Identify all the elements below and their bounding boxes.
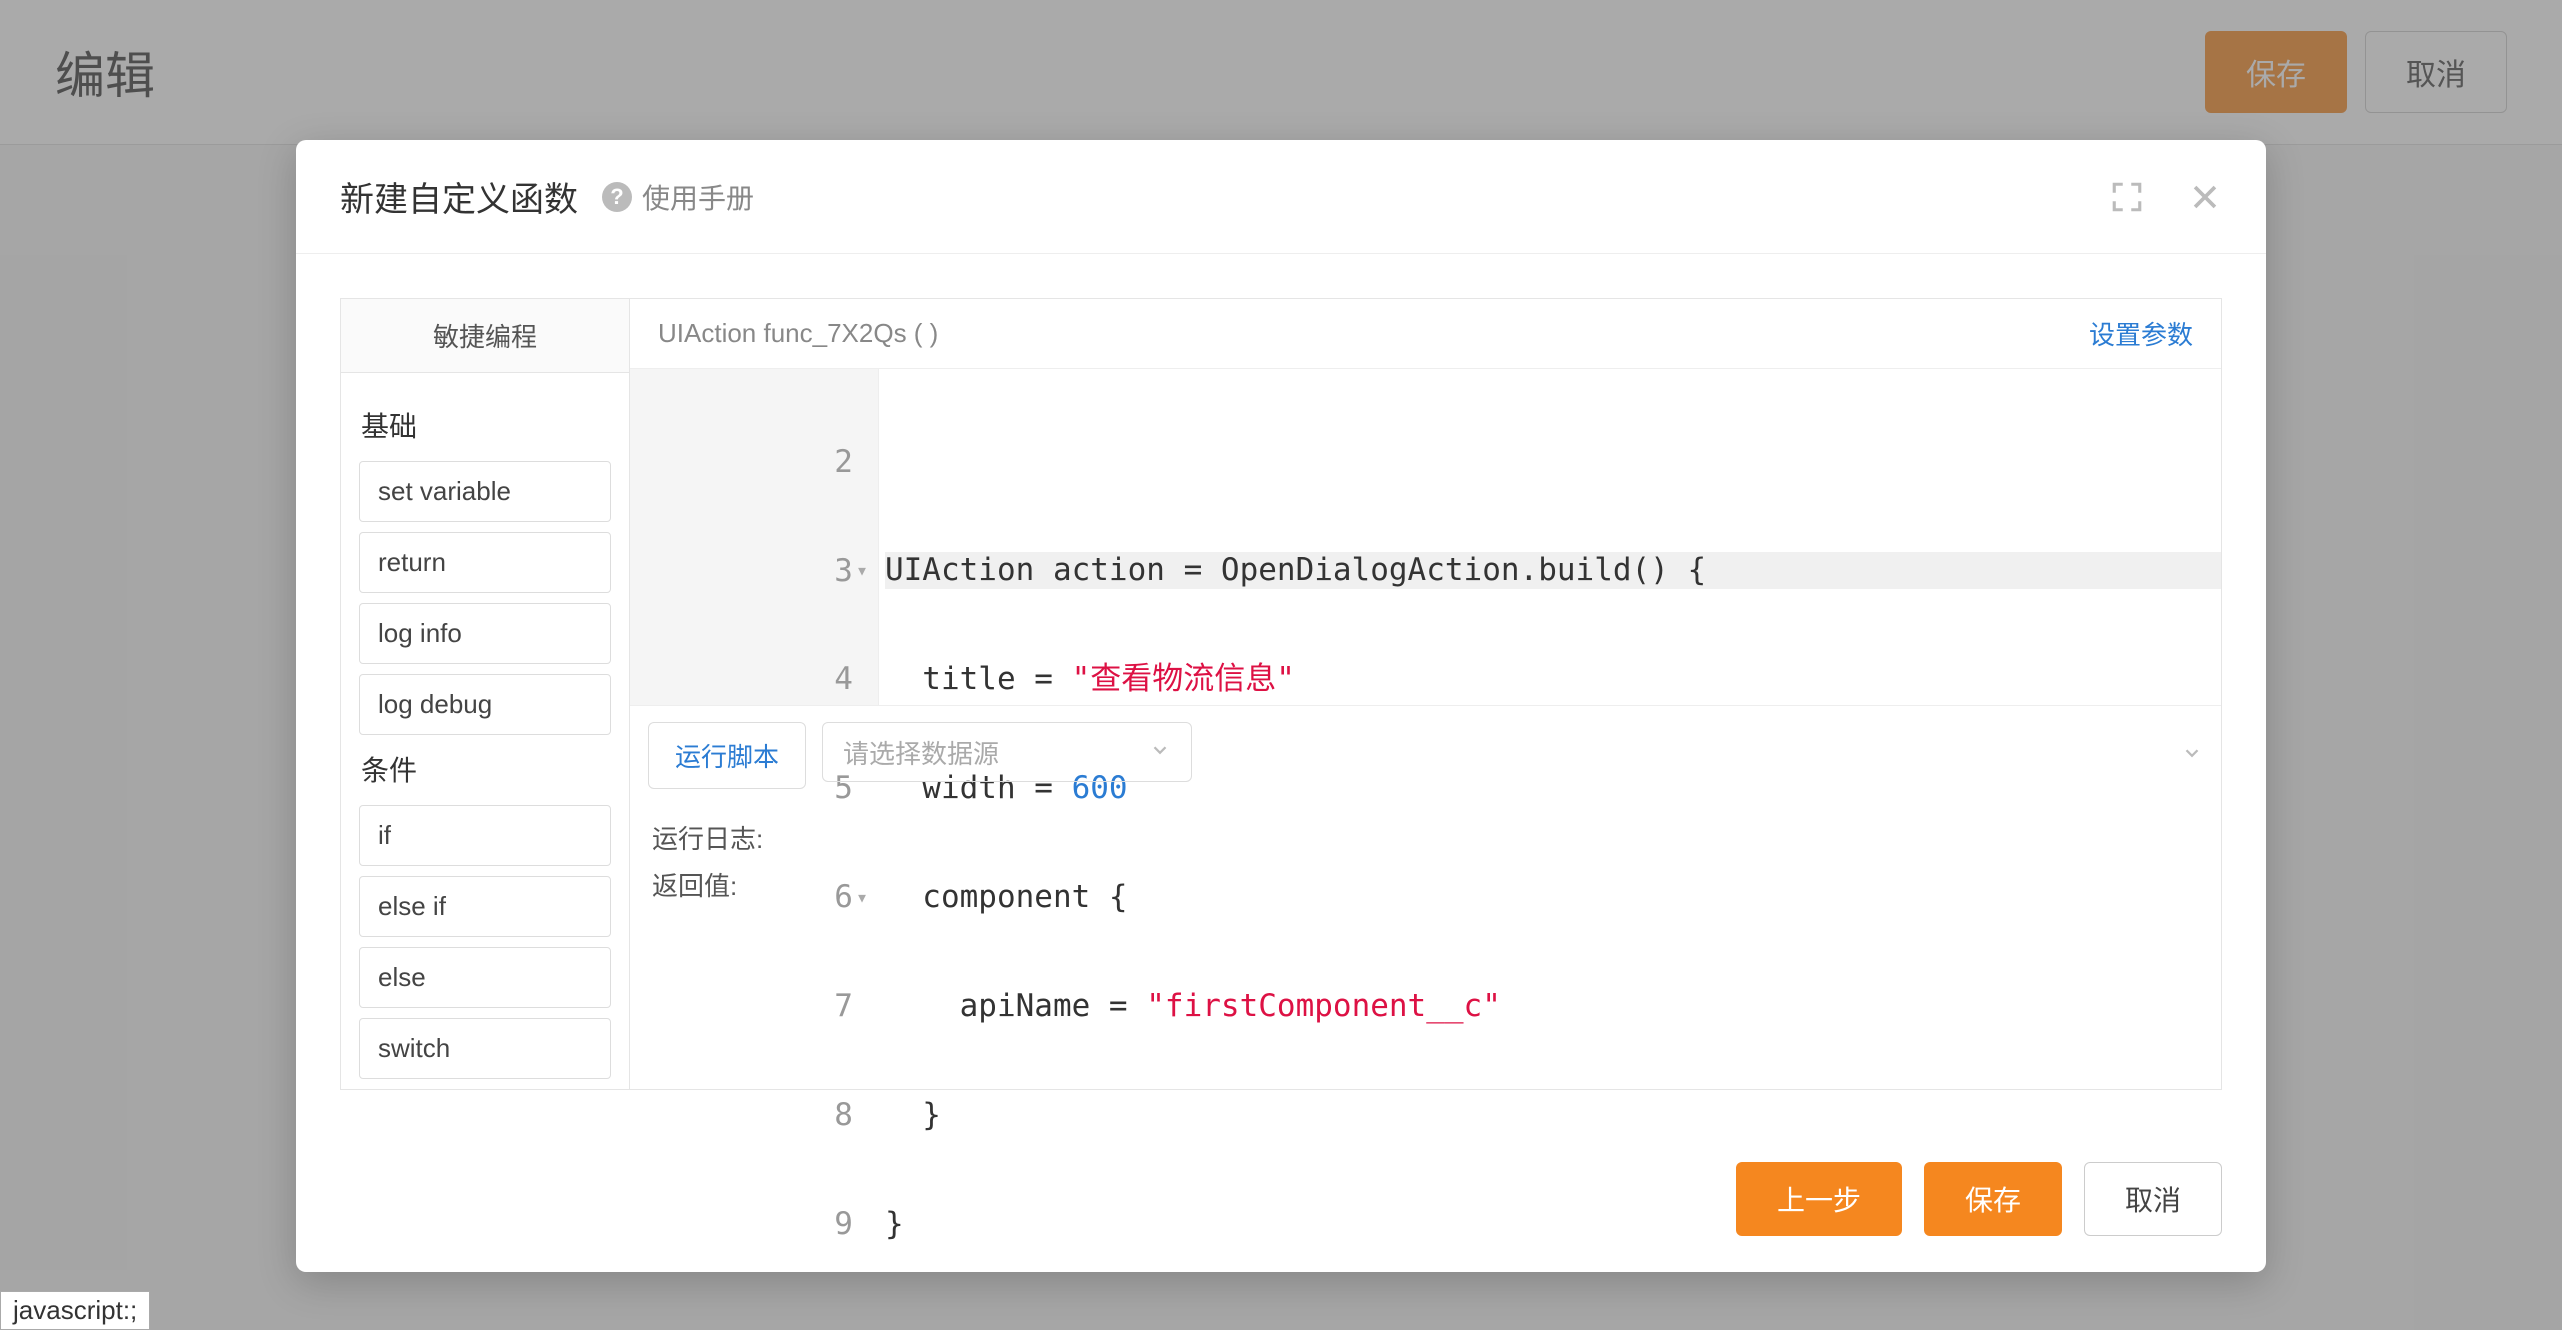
sidebar-item-else[interactable]: else [359, 947, 611, 1008]
sidebar-tab[interactable]: 敏捷编程 [341, 299, 629, 373]
fullscreen-icon[interactable] [2110, 180, 2144, 214]
editor-main: UIAction func_7X2Qs ( ) 设置参数 2 3▾ 4 5 6▾… [630, 298, 2222, 1090]
modal: 新建自定义函数 ? 使用手册 [296, 140, 2266, 1272]
datasource-placeholder: 请选择数据源 [843, 734, 999, 771]
modal-title: 新建自定义函数 [340, 172, 578, 221]
run-script-button[interactable]: 运行脚本 [648, 722, 806, 789]
return-label: 返回值: [652, 866, 2199, 903]
sidebar-group-cond: 条件 [361, 749, 611, 789]
status-bar: javascript:; [0, 1291, 150, 1330]
sidebar-item-set-variable[interactable]: set variable [359, 461, 611, 522]
sidebar-group-basic: 基础 [361, 405, 611, 445]
help-link[interactable]: ? 使用手册 [602, 177, 754, 217]
code-editor[interactable]: 2 3▾ 4 5 6▾ 7 8 9 10 UIAction action = O… [630, 369, 2221, 705]
function-signature: UIAction func_7X2Qs ( ) [658, 318, 938, 349]
sidebar: 敏捷编程 基础 set variable return log info log… [340, 298, 630, 1090]
datasource-select[interactable]: 请选择数据源 [822, 722, 1192, 782]
help-icon: ? [602, 182, 632, 212]
code-area[interactable]: UIAction action = OpenDialogAction.build… [879, 369, 2221, 705]
set-params-link[interactable]: 设置参数 [2089, 315, 2193, 352]
sidebar-item-else-if[interactable]: else if [359, 876, 611, 937]
cancel-button[interactable]: 取消 [2084, 1162, 2222, 1236]
log-label: 运行日志: [652, 819, 2199, 856]
sidebar-item-if[interactable]: if [359, 805, 611, 866]
sidebar-item-log-debug[interactable]: log debug [359, 674, 611, 735]
sidebar-item-return[interactable]: return [359, 532, 611, 593]
help-label: 使用手册 [642, 177, 754, 217]
sidebar-item-switch[interactable]: switch [359, 1018, 611, 1079]
sidebar-item-log-info[interactable]: log info [359, 603, 611, 664]
prev-step-button[interactable]: 上一步 [1736, 1162, 1902, 1236]
editor-gutter: 2 3▾ 4 5 6▾ 7 8 9 10 [630, 369, 879, 705]
close-icon[interactable] [2188, 180, 2222, 214]
save-button[interactable]: 保存 [1924, 1162, 2062, 1236]
collapse-chevron-icon[interactable] [2181, 742, 2203, 769]
modal-overlay: 新建自定义函数 ? 使用手册 [0, 0, 2562, 1330]
chevron-down-icon [1149, 737, 1171, 768]
